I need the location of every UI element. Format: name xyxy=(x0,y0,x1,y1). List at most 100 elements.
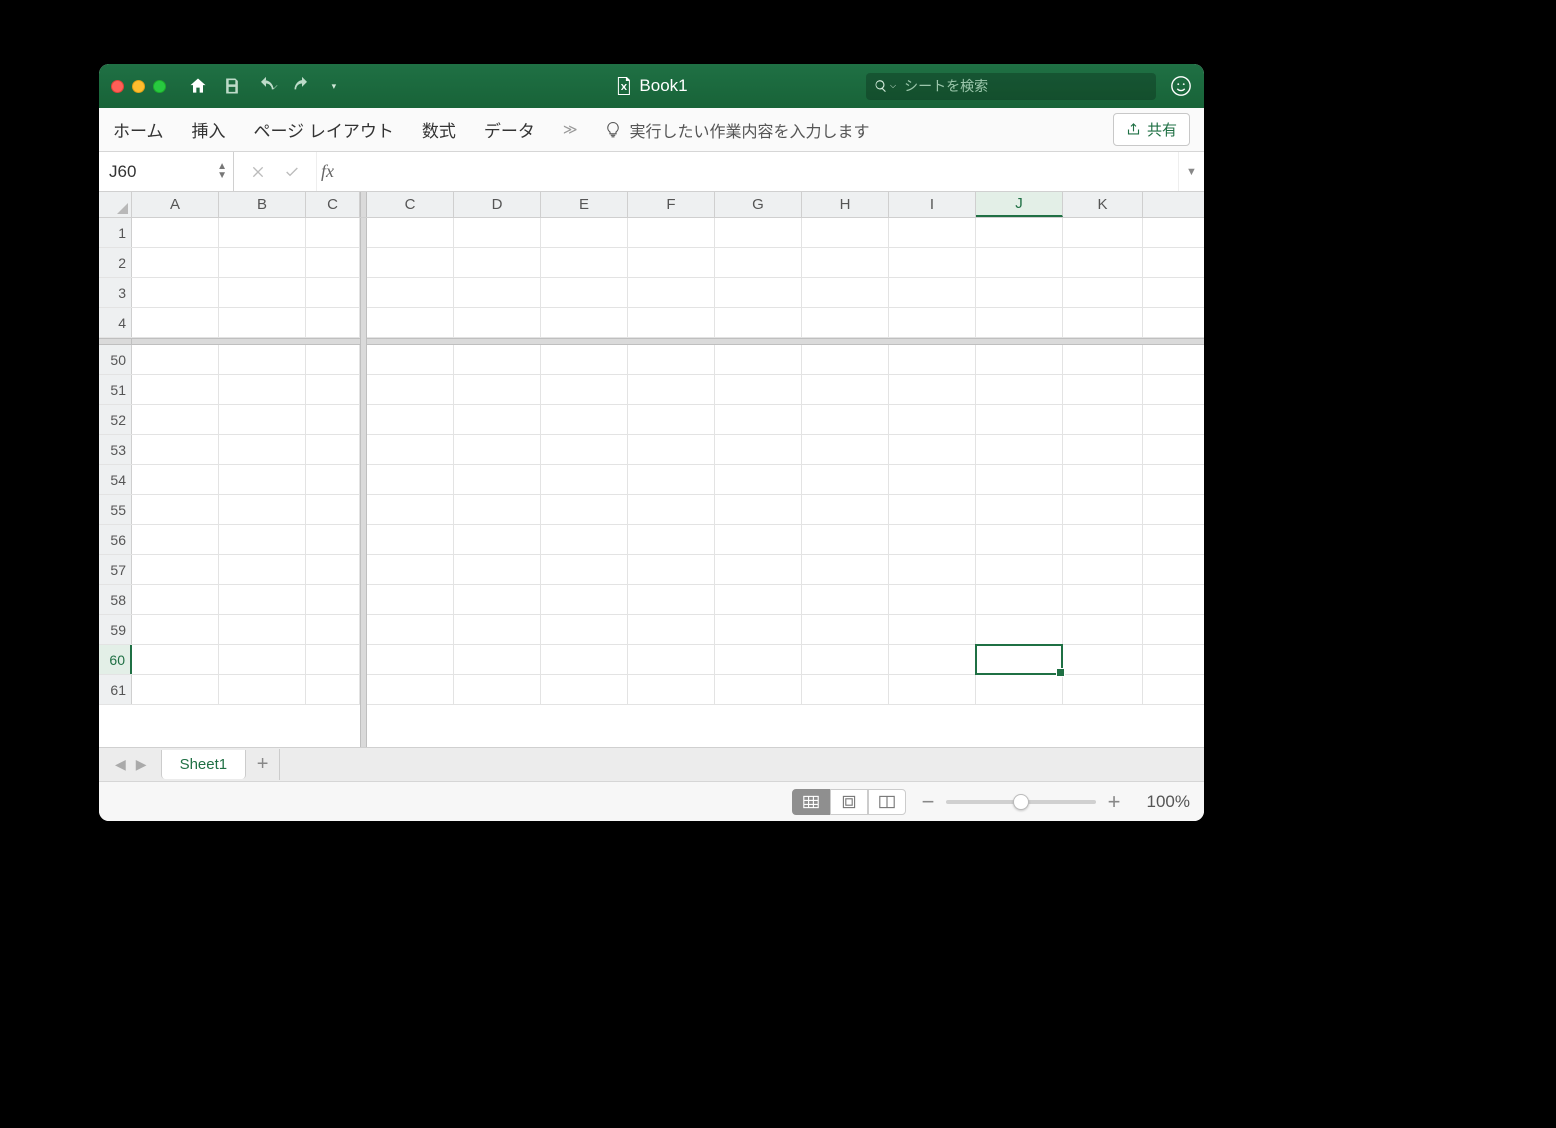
cell[interactable] xyxy=(367,645,454,674)
cell[interactable] xyxy=(976,585,1063,614)
cell[interactable] xyxy=(889,555,976,584)
cell[interactable] xyxy=(541,495,628,524)
cell[interactable] xyxy=(976,345,1063,374)
cell[interactable] xyxy=(1063,555,1143,584)
cell[interactable] xyxy=(802,405,889,434)
cell[interactable] xyxy=(454,645,541,674)
minimize-window-button[interactable] xyxy=(132,80,145,93)
cell[interactable] xyxy=(889,345,976,374)
row-header[interactable]: 51 xyxy=(99,375,132,404)
cell[interactable] xyxy=(306,465,360,494)
cell[interactable] xyxy=(628,525,715,554)
cell[interactable] xyxy=(1063,585,1143,614)
cell[interactable] xyxy=(306,675,360,704)
cell[interactable] xyxy=(976,308,1063,337)
sheet-prev-button[interactable]: ◀ xyxy=(115,756,126,773)
cell[interactable] xyxy=(306,525,360,554)
cell[interactable] xyxy=(454,218,541,247)
cell[interactable] xyxy=(541,615,628,644)
cell[interactable] xyxy=(889,495,976,524)
cell[interactable] xyxy=(802,555,889,584)
cell[interactable] xyxy=(802,435,889,464)
cell[interactable] xyxy=(219,525,306,554)
cell[interactable] xyxy=(541,375,628,404)
cell[interactable] xyxy=(976,278,1063,307)
cell[interactable] xyxy=(628,345,715,374)
cell[interactable] xyxy=(219,495,306,524)
ribbon-more[interactable]: ≫ xyxy=(563,121,576,138)
tab-formulas[interactable]: 数式 xyxy=(422,117,456,142)
cell[interactable] xyxy=(454,495,541,524)
cell[interactable] xyxy=(715,615,802,644)
cell[interactable] xyxy=(889,585,976,614)
cell[interactable] xyxy=(132,675,219,704)
cell[interactable] xyxy=(628,278,715,307)
cell[interactable] xyxy=(1063,345,1143,374)
cell[interactable] xyxy=(1063,495,1143,524)
column-header[interactable]: K xyxy=(1063,192,1143,217)
cell[interactable] xyxy=(367,585,454,614)
cell[interactable] xyxy=(628,435,715,464)
tell-me-input[interactable]: 実行したい作業内容を入力します xyxy=(630,118,870,142)
normal-view-button[interactable] xyxy=(792,789,830,815)
cell[interactable] xyxy=(628,645,715,674)
cell[interactable] xyxy=(889,248,976,277)
cell[interactable] xyxy=(454,405,541,434)
cell[interactable] xyxy=(802,345,889,374)
cell[interactable] xyxy=(367,615,454,644)
cell[interactable] xyxy=(1063,645,1143,674)
cell[interactable] xyxy=(306,248,360,277)
cell[interactable] xyxy=(219,675,306,704)
cell[interactable] xyxy=(628,555,715,584)
cell[interactable] xyxy=(1063,465,1143,494)
column-header[interactable]: I xyxy=(889,192,976,217)
cell[interactable] xyxy=(306,375,360,404)
cell[interactable] xyxy=(976,218,1063,247)
tab-page-layout[interactable]: ページ レイアウト xyxy=(254,117,394,142)
cell[interactable] xyxy=(976,248,1063,277)
formula-input[interactable] xyxy=(346,152,1178,191)
cell[interactable] xyxy=(132,585,219,614)
cell[interactable] xyxy=(628,218,715,247)
cell[interactable] xyxy=(306,218,360,247)
row-header[interactable]: 3 xyxy=(99,278,132,307)
grid-rows[interactable]: 1234505152535455565758596061 xyxy=(99,218,1204,747)
cell[interactable] xyxy=(976,645,1063,674)
cell[interactable] xyxy=(367,555,454,584)
cell[interactable] xyxy=(132,375,219,404)
column-header[interactable]: F xyxy=(628,192,715,217)
cell[interactable] xyxy=(541,248,628,277)
cell[interactable] xyxy=(541,675,628,704)
row-header[interactable]: 60 xyxy=(99,645,132,674)
cell[interactable] xyxy=(889,675,976,704)
cell[interactable] xyxy=(306,585,360,614)
cell[interactable] xyxy=(367,525,454,554)
cell[interactable] xyxy=(541,465,628,494)
cell[interactable] xyxy=(132,405,219,434)
cell[interactable] xyxy=(628,585,715,614)
cell[interactable] xyxy=(367,675,454,704)
cell[interactable] xyxy=(802,645,889,674)
cell[interactable] xyxy=(219,375,306,404)
row-header[interactable]: 4 xyxy=(99,308,132,337)
cell[interactable] xyxy=(367,495,454,524)
cell[interactable] xyxy=(132,218,219,247)
zoom-out-button[interactable]: − xyxy=(920,789,936,815)
cell[interactable] xyxy=(976,495,1063,524)
page-break-view-button[interactable] xyxy=(868,789,906,815)
cell[interactable] xyxy=(802,675,889,704)
tab-home[interactable]: ホーム xyxy=(113,117,164,142)
cell[interactable] xyxy=(306,278,360,307)
add-sheet-button[interactable]: + xyxy=(246,749,280,780)
cell[interactable] xyxy=(367,278,454,307)
cell[interactable] xyxy=(715,525,802,554)
cell[interactable] xyxy=(715,308,802,337)
cell[interactable] xyxy=(628,375,715,404)
cell[interactable] xyxy=(541,405,628,434)
row-header[interactable]: 56 xyxy=(99,525,132,554)
cell[interactable] xyxy=(715,218,802,247)
cell[interactable] xyxy=(306,555,360,584)
cell[interactable] xyxy=(367,218,454,247)
row-header[interactable]: 54 xyxy=(99,465,132,494)
row-header[interactable]: 61 xyxy=(99,675,132,704)
